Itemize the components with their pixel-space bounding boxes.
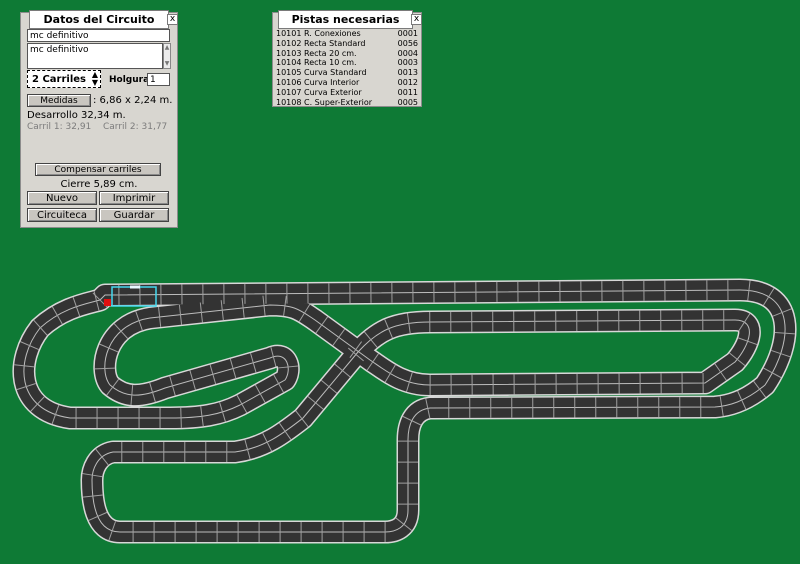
start-marker[interactable] bbox=[104, 299, 111, 306]
pieces-list: 10101 R. Conexiones 0001 10102 Recta Stan… bbox=[276, 29, 418, 107]
piece-qty: 0005 bbox=[397, 97, 418, 107]
lanes-value: 2 Carriles bbox=[32, 74, 86, 85]
circuit-panel-close-icon[interactable]: x bbox=[167, 14, 178, 25]
piece-qty: 0004 bbox=[397, 48, 418, 58]
measures-button[interactable]: Medidas bbox=[27, 94, 91, 107]
piece-qty: 0003 bbox=[397, 58, 418, 68]
piece-qty: 0001 bbox=[397, 29, 418, 38]
lane2-length: Carril 2: 31,77 bbox=[103, 122, 168, 132]
circuit-data-panel: Datos del Circuito x mc definitivo ▲ ▼ 2… bbox=[20, 10, 178, 228]
lane1-length: Carril 1: 32,91 bbox=[27, 122, 92, 132]
circuit-panel-title[interactable]: Datos del Circuito bbox=[29, 10, 169, 29]
list-item: 10105 Curva Standard 0013 bbox=[276, 68, 418, 78]
save-button[interactable]: Guardar bbox=[99, 208, 169, 222]
track-joint bbox=[180, 407, 182, 428]
piece-name: 10108 C. Super-Exterior bbox=[276, 97, 373, 107]
scroll-down-icon[interactable]: ▼ bbox=[164, 60, 170, 67]
list-item: 10101 R. Conexiones 0001 bbox=[276, 29, 418, 39]
piece-name: 10102 Recta Standard bbox=[276, 38, 366, 48]
lanes-selector[interactable]: 2 Carriles ▲ ▼ bbox=[27, 70, 101, 88]
circuit-name-input[interactable] bbox=[27, 29, 170, 42]
list-item: 10103 Recta 20 cm. 0004 bbox=[276, 49, 418, 59]
slack-label: Holgura bbox=[109, 75, 150, 85]
slack-input[interactable] bbox=[147, 73, 170, 86]
required-pieces-panel: Pistas necesarias x 10101 R. Conexiones 0… bbox=[272, 10, 422, 107]
measures-value: : 6,86 x 2,24 m. bbox=[93, 95, 173, 106]
piece-qty: 0013 bbox=[397, 68, 418, 78]
list-item: 10108 C. Super-Exterior 0005 bbox=[276, 98, 418, 108]
list-item: 10106 Curva Interior 0012 bbox=[276, 78, 418, 88]
pieces-panel-close-icon[interactable]: x bbox=[411, 14, 422, 25]
scroll-up-icon[interactable]: ▲ bbox=[164, 44, 170, 51]
piece-qty: 0012 bbox=[397, 77, 418, 87]
list-item: 10104 Recta 10 cm. 0003 bbox=[276, 58, 418, 68]
circuit-description-textarea[interactable]: mc definitivo bbox=[27, 43, 163, 69]
compensate-lanes-button[interactable]: Compensar carriles bbox=[35, 163, 161, 176]
new-button[interactable]: Nuevo bbox=[27, 191, 97, 205]
piece-name: 10103 Recta 20 cm. bbox=[276, 48, 357, 58]
piece-name: 10104 Recta 10 cm. bbox=[276, 58, 357, 68]
piece-name: 10105 Curva Standard bbox=[276, 68, 367, 78]
development-length: Desarrollo 32,34 m. bbox=[27, 110, 126, 121]
list-item: 10107 Curva Exterior 0011 bbox=[276, 88, 418, 98]
track-layout[interactable] bbox=[12, 278, 797, 544]
piece-qty: 0056 bbox=[397, 38, 418, 48]
circuit-library-button[interactable]: Circuiteca bbox=[27, 208, 97, 222]
description-scrollbar[interactable]: ▲ ▼ bbox=[163, 43, 171, 69]
pieces-panel-title[interactable]: Pistas necesarias bbox=[278, 10, 413, 29]
piece-name: 10107 Curva Exterior bbox=[276, 87, 362, 97]
piece-qty: 0011 bbox=[397, 87, 418, 97]
closure-gap: Cierre 5,89 cm. bbox=[60, 179, 138, 190]
piece-name: 10101 R. Conexiones bbox=[276, 29, 361, 38]
piece-name: 10106 Curva Interior bbox=[276, 77, 360, 87]
list-item: 10102 Recta Standard 0056 bbox=[276, 39, 418, 49]
print-button[interactable]: Imprimir bbox=[99, 191, 169, 205]
lanes-stepper-icon[interactable]: ▲ ▼ bbox=[92, 71, 98, 87]
